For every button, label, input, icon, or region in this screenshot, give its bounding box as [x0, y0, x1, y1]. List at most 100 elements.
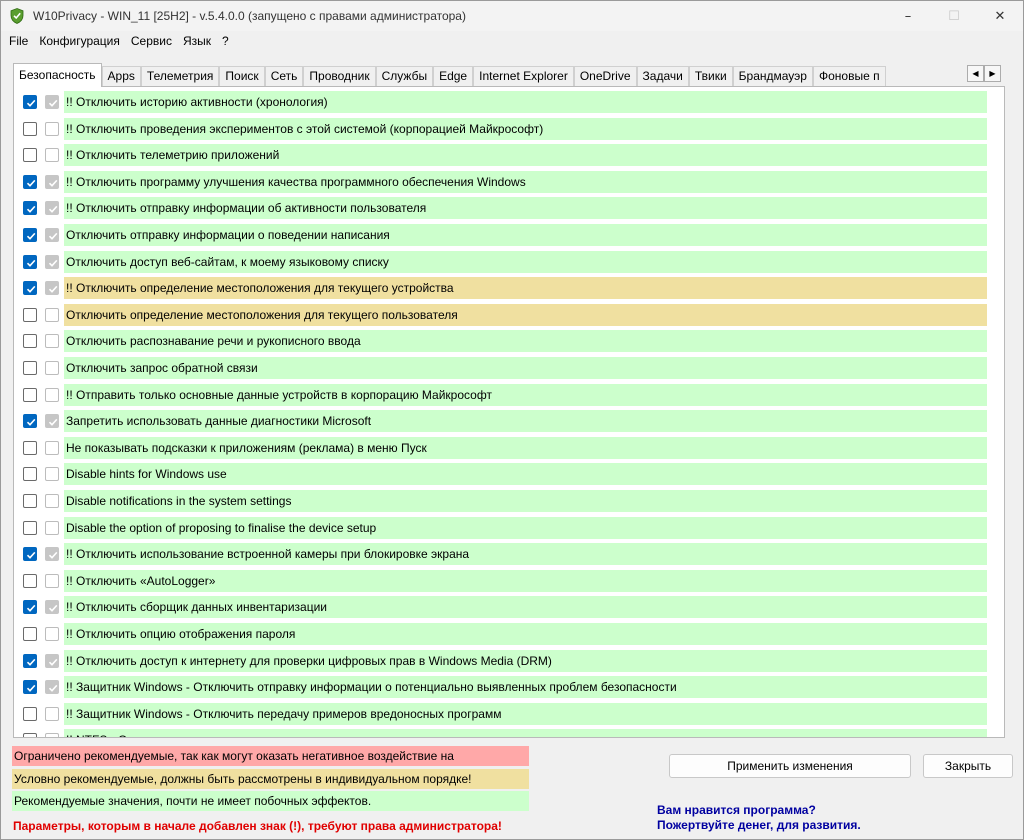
menu-service[interactable]: Сервис	[127, 34, 176, 48]
menu-help[interactable]: ?	[218, 34, 233, 48]
apply-checkbox[interactable]	[23, 121, 37, 136]
apply-checkbox[interactable]	[23, 627, 37, 641]
setting-label[interactable]: !! Отключить опцию отображения пароля	[64, 623, 987, 645]
setting-row[interactable]: Disable the option of proposing to final…	[14, 516, 1004, 540]
setting-label[interactable]: Отключить запрос обратной связи	[64, 357, 987, 379]
setting-label[interactable]: !! Отключить использование встроенной ка…	[64, 543, 987, 566]
apply-checkbox[interactable]	[23, 440, 37, 455]
tab-9[interactable]: OneDrive	[573, 66, 637, 87]
setting-label[interactable]: !! Отключить «AutoLogger»	[64, 569, 987, 592]
setting-row[interactable]: Отключить определение местоположения для…	[14, 303, 1004, 327]
setting-row[interactable]: Disable hints for Windows use	[14, 462, 1004, 486]
setting-label[interactable]: Disable the option of proposing to final…	[64, 516, 987, 539]
setting-row[interactable]: !! Защитник Windows - Отключить передачу…	[14, 702, 1004, 726]
apply-checkbox[interactable]	[23, 653, 37, 668]
tab-1[interactable]: Apps	[101, 66, 141, 87]
apply-checkbox[interactable]	[23, 281, 37, 296]
setting-row[interactable]: Отключить распознавание речи и рукописно…	[14, 329, 1004, 353]
setting-label[interactable]: Disable notifications in the system sett…	[64, 490, 987, 512]
setting-row[interactable]: Не показывать подсказки к приложениям (р…	[14, 436, 1004, 460]
setting-row[interactable]: !! Защитник Windows - Отключить отправку…	[14, 675, 1004, 699]
settings-list[interactable]: !! Отключить историю активности (хроноло…	[13, 86, 1005, 738]
setting-label[interactable]: !! Отключить отправку информации об акти…	[64, 197, 987, 220]
setting-row[interactable]: !! NTFS - О...	[14, 728, 1004, 737]
apply-changes-button[interactable]: Применить изменения	[669, 754, 911, 778]
apply-checkbox[interactable]	[23, 334, 37, 349]
apply-checkbox[interactable]	[23, 547, 37, 562]
minimize-button[interactable]: –	[885, 1, 931, 31]
setting-label[interactable]: !! Отключить историю активности (хроноло…	[64, 91, 987, 113]
setting-label[interactable]: !! Отключить проведения экспериментов с …	[64, 117, 987, 140]
tab-4[interactable]: Сеть	[264, 66, 304, 87]
setting-row[interactable]: !! Отключить программу улучшения качеств…	[14, 170, 1004, 194]
close-window-button[interactable]: ✕	[977, 1, 1023, 31]
setting-row[interactable]: !! Отключить доступ к интернету для пров…	[14, 649, 1004, 673]
apply-checkbox[interactable]	[23, 228, 37, 242]
setting-row[interactable]: !! Отправить только основные данные устр…	[14, 383, 1004, 407]
apply-checkbox[interactable]	[23, 361, 37, 375]
apply-checkbox[interactable]	[23, 494, 37, 508]
apply-checkbox[interactable]	[23, 733, 37, 737]
apply-checkbox[interactable]	[23, 467, 37, 482]
setting-label[interactable]: Отключить распознавание речи и рукописно…	[64, 330, 987, 353]
apply-checkbox[interactable]	[23, 254, 37, 269]
tab-13[interactable]: Фоновые п	[812, 66, 886, 87]
setting-label[interactable]: Не показывать подсказки к приложениям (р…	[64, 436, 987, 459]
setting-label[interactable]: !! NTFS - О...	[64, 729, 987, 737]
setting-label[interactable]: Отключить отправку информации о поведени…	[64, 224, 987, 246]
tab-10[interactable]: Задачи	[636, 66, 689, 87]
setting-label[interactable]: Disable hints for Windows use	[64, 463, 987, 486]
setting-row[interactable]: Disable notifications in the system sett…	[14, 489, 1004, 513]
menu-file[interactable]: File	[5, 34, 32, 48]
close-button[interactable]: Закрыть	[923, 754, 1013, 778]
apply-checkbox[interactable]	[23, 148, 37, 163]
apply-checkbox[interactable]	[23, 201, 37, 216]
tab-11[interactable]: Твики	[688, 66, 733, 87]
setting-row[interactable]: !! Отключить опцию отображения пароля	[14, 622, 1004, 646]
setting-label[interactable]: Отключить определение местоположения для…	[64, 303, 987, 326]
setting-row[interactable]: Отключить отправку информации о поведени…	[14, 223, 1004, 247]
setting-row[interactable]: !! Отключить историю активности (хроноло…	[14, 90, 1004, 114]
setting-row[interactable]: !! Отключить сборщик данных инвентаризац…	[14, 595, 1004, 619]
setting-label[interactable]: !! Защитник Windows - Отключить отправку…	[64, 676, 987, 699]
setting-label[interactable]: !! Отключить определение местоположения …	[64, 277, 987, 300]
tab-scroll-left-icon[interactable]: ◀	[967, 65, 984, 82]
apply-checkbox[interactable]	[23, 174, 37, 189]
maximize-button[interactable]: ☐	[931, 1, 977, 31]
setting-row[interactable]: Отключить доступ веб-сайтам, к моему язы…	[14, 250, 1004, 274]
setting-label[interactable]: !! Отключить телеметрию приложений	[64, 144, 987, 167]
apply-checkbox[interactable]	[23, 95, 37, 109]
apply-checkbox[interactable]	[23, 520, 37, 535]
setting-row[interactable]: !! Отключить определение местоположения …	[14, 276, 1004, 300]
setting-label[interactable]: !! Отключить программу улучшения качеств…	[64, 170, 987, 193]
tab-12[interactable]: Брандмауэр	[732, 66, 813, 87]
apply-checkbox[interactable]	[23, 387, 37, 402]
tab-2[interactable]: Телеметрия	[140, 66, 220, 87]
tab-6[interactable]: Службы	[375, 66, 434, 87]
apply-checkbox[interactable]	[23, 706, 37, 721]
tab-scroll-right-icon[interactable]: ▶	[984, 65, 1001, 82]
setting-label[interactable]: !! Отключить доступ к интернету для пров…	[64, 649, 987, 672]
apply-checkbox[interactable]	[23, 600, 37, 615]
tab-3[interactable]: Поиск	[219, 66, 265, 87]
tab-0[interactable]: Безопасность	[13, 63, 102, 87]
title-bar[interactable]: W10Privacy - WIN_11 [25H2] - v.5.4.0.0 (…	[1, 1, 1023, 31]
apply-checkbox[interactable]	[23, 573, 37, 588]
menu-configuration[interactable]: Конфигурация	[35, 34, 124, 48]
setting-label[interactable]: Отключить доступ веб-сайтам, к моему язы…	[64, 250, 987, 273]
setting-row[interactable]: !! Отключить проведения экспериментов с …	[14, 117, 1004, 141]
setting-label[interactable]: !! Защитник Windows - Отключить передачу…	[64, 702, 987, 725]
tab-8[interactable]: Internet Explorer	[473, 66, 574, 87]
setting-row[interactable]: Запретить использовать данные диагностик…	[14, 409, 1004, 433]
apply-checkbox[interactable]	[23, 307, 37, 322]
setting-row[interactable]: Отключить запрос обратной связи	[14, 356, 1004, 380]
tab-5[interactable]: Проводник	[303, 66, 376, 87]
setting-row[interactable]: !! Отключить отправку информации об акти…	[14, 196, 1004, 220]
setting-row[interactable]: !! Отключить использование встроенной ка…	[14, 542, 1004, 566]
menu-language[interactable]: Язык	[179, 34, 215, 48]
apply-checkbox[interactable]	[23, 680, 37, 695]
donate-line-2[interactable]: Пожертвуйте денег, для развития.	[657, 818, 861, 832]
setting-row[interactable]: !! Отключить телеметрию приложений	[14, 143, 1004, 167]
setting-label[interactable]: Запретить использовать данные диагностик…	[64, 410, 987, 433]
setting-row[interactable]: !! Отключить «AutoLogger»	[14, 569, 1004, 593]
